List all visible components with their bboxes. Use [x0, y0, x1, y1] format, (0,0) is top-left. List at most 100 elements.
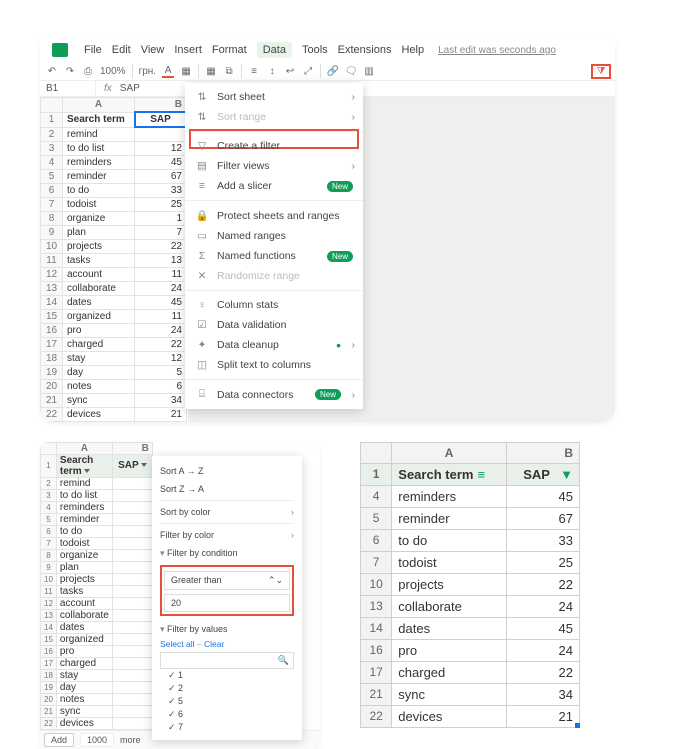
- cell[interactable]: remind: [56, 477, 112, 489]
- cell[interactable]: 22: [506, 661, 579, 683]
- col-header-a[interactable]: A: [63, 98, 135, 113]
- cell[interactable]: 24: [506, 595, 579, 617]
- cell[interactable]: [112, 669, 152, 681]
- cell[interactable]: organized: [63, 309, 135, 323]
- cell[interactable]: 45: [135, 155, 187, 169]
- value-option[interactable]: 6: [160, 708, 294, 721]
- value-option[interactable]: 5: [160, 695, 294, 708]
- menu-format[interactable]: Format: [212, 44, 247, 56]
- cell[interactable]: notes: [56, 693, 112, 705]
- value-option[interactable]: 1: [160, 669, 294, 682]
- cell[interactable]: [112, 561, 152, 573]
- undo-icon[interactable]: ↶: [46, 66, 58, 77]
- cell[interactable]: 45: [506, 485, 579, 507]
- cell[interactable]: pro: [56, 645, 112, 657]
- cell[interactable]: 11: [135, 309, 187, 323]
- cell[interactable]: day: [56, 681, 112, 693]
- menu-column-stats[interactable]: ♀ Column stats: [185, 295, 363, 315]
- col-header-b[interactable]: B: [135, 98, 187, 113]
- filter-by-color[interactable]: Filter by color: [160, 526, 294, 544]
- cell[interactable]: to do list: [63, 141, 135, 155]
- header-search-term[interactable]: Search term≡: [392, 463, 507, 485]
- cell[interactable]: 21: [135, 407, 187, 421]
- condition-value-input[interactable]: 20: [164, 594, 290, 612]
- menu-data-connectors[interactable]: ⌸ Data connectors New: [185, 384, 363, 405]
- cell[interactable]: [112, 513, 152, 525]
- wrap-icon[interactable]: ↩: [284, 66, 296, 77]
- menu-edit[interactable]: Edit: [112, 44, 131, 56]
- rotate-icon[interactable]: ⤢: [302, 66, 314, 77]
- cell[interactable]: organize: [56, 549, 112, 561]
- cell[interactable]: sync: [56, 705, 112, 717]
- spreadsheet-grid[interactable]: A B 1 Search term SAP 2remind3to do list…: [40, 97, 188, 422]
- cell[interactable]: 22: [135, 239, 187, 253]
- cell[interactable]: charged: [56, 657, 112, 669]
- link-icon[interactable]: 🔗: [327, 66, 339, 77]
- cell[interactable]: tasks: [63, 253, 135, 267]
- cell[interactable]: plan: [63, 225, 135, 239]
- cell[interactable]: plan: [56, 561, 112, 573]
- cell[interactable]: [112, 549, 152, 561]
- cell[interactable]: 24: [506, 639, 579, 661]
- cell[interactable]: 45: [135, 295, 187, 309]
- cell[interactable]: 24: [135, 281, 187, 295]
- cell[interactable]: [112, 597, 152, 609]
- cell[interactable]: dates: [392, 617, 507, 639]
- cell[interactable]: devices: [56, 717, 112, 729]
- menu-data[interactable]: Data: [257, 42, 292, 58]
- cell[interactable]: 67: [135, 169, 187, 183]
- add-rows-button[interactable]: Add: [44, 733, 74, 747]
- menu-sort-sheet[interactable]: ⇅ Sort sheet: [185, 87, 363, 107]
- menu-add-slicer[interactable]: ≡ Add a slicer New: [185, 176, 363, 196]
- cell[interactable]: collaborate: [63, 281, 135, 295]
- print-icon[interactable]: ⎙: [82, 66, 94, 77]
- filter-dropdown-icon[interactable]: [84, 469, 90, 473]
- redo-icon[interactable]: ↷: [64, 66, 76, 77]
- cell[interactable]: [112, 657, 152, 669]
- cell[interactable]: 12: [135, 351, 187, 365]
- comment-icon[interactable]: 🗨: [345, 66, 357, 77]
- sort-za[interactable]: Sort Z → A: [160, 480, 294, 498]
- cell[interactable]: account: [63, 267, 135, 281]
- cell[interactable]: 45: [506, 617, 579, 639]
- cell[interactable]: notes: [63, 379, 135, 393]
- cell[interactable]: charged: [392, 661, 507, 683]
- cell[interactable]: account: [56, 597, 112, 609]
- menu-insert[interactable]: Insert: [174, 44, 202, 56]
- menu-named-functions[interactable]: Σ Named functions New: [185, 246, 363, 266]
- cell[interactable]: reminders: [63, 155, 135, 169]
- cell[interactable]: sync: [63, 393, 135, 407]
- header-sap[interactable]: SAP▼: [506, 463, 579, 485]
- merge-icon[interactable]: ⧉: [223, 66, 235, 77]
- text-color-icon[interactable]: A: [162, 65, 174, 78]
- filter-by-condition[interactable]: Filter by condition: [160, 544, 294, 563]
- spreadsheet-grid-2[interactable]: A B 1 Search term SAP 2remind3to do list…: [40, 442, 153, 730]
- cell[interactable]: [112, 645, 152, 657]
- menu-named-ranges[interactable]: ▭ Named ranges: [185, 226, 363, 246]
- cell[interactable]: [112, 537, 152, 549]
- cell[interactable]: day: [63, 365, 135, 379]
- cell[interactable]: [112, 621, 152, 633]
- header-search-term[interactable]: Search term: [56, 454, 112, 477]
- clear-link[interactable]: Clear: [195, 639, 225, 649]
- cell[interactable]: collaborate: [56, 609, 112, 621]
- cell[interactable]: to do list: [56, 489, 112, 501]
- cell[interactable]: [112, 717, 152, 729]
- cell[interactable]: todoist: [63, 197, 135, 211]
- zoom-select[interactable]: 100%: [100, 66, 126, 77]
- sort-by-color[interactable]: Sort by color: [160, 503, 294, 521]
- cell[interactable]: to do: [63, 183, 135, 197]
- cell[interactable]: 13: [135, 253, 187, 267]
- cell[interactable]: reminder: [392, 507, 507, 529]
- cell[interactable]: 22: [506, 573, 579, 595]
- cell[interactable]: 21: [506, 705, 579, 727]
- cell[interactable]: 25: [506, 551, 579, 573]
- cell[interactable]: 12: [135, 141, 187, 155]
- cell[interactable]: reminders: [56, 501, 112, 513]
- menu-data-validation[interactable]: ☑ Data validation: [185, 315, 363, 335]
- cell[interactable]: [112, 501, 152, 513]
- cell[interactable]: 34: [506, 683, 579, 705]
- sort-az[interactable]: Sort A → Z: [160, 462, 294, 480]
- cell[interactable]: [112, 693, 152, 705]
- spreadsheet-grid-3[interactable]: A B 1 Search term≡ SAP▼ 4reminders455rem…: [360, 442, 580, 728]
